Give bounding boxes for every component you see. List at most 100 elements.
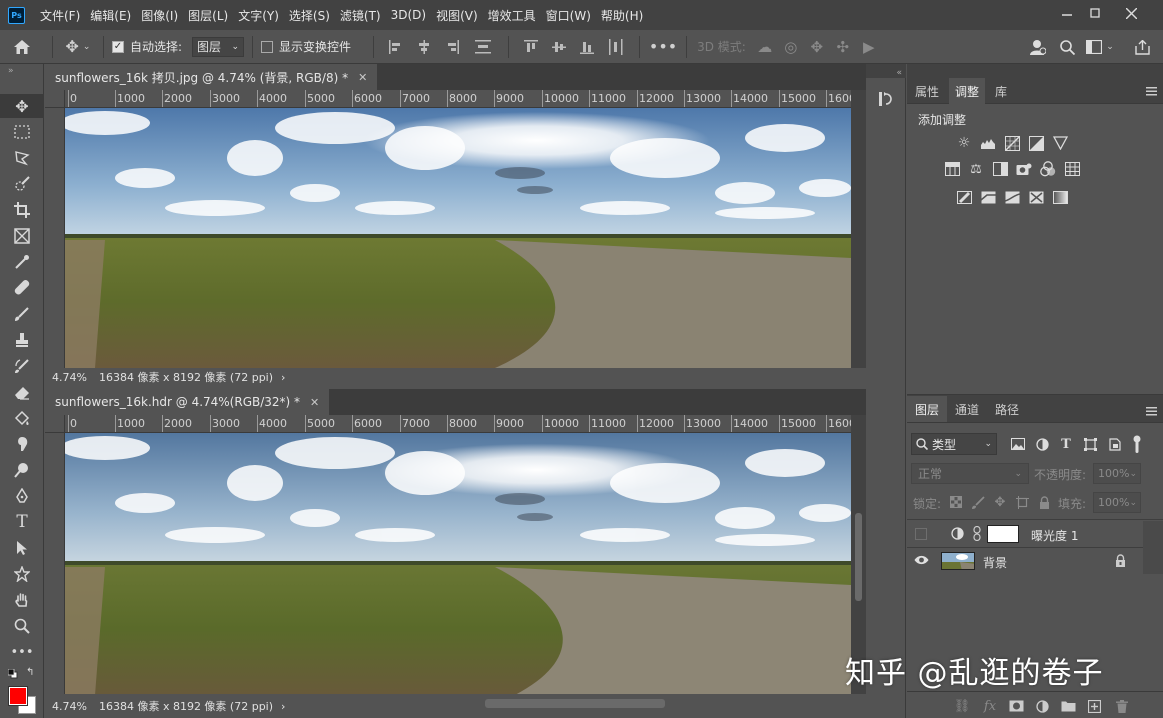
3d-scale-button[interactable]: ▶ xyxy=(856,38,882,56)
delete-layer-button[interactable] xyxy=(1113,697,1131,715)
ruler-origin[interactable] xyxy=(45,90,65,108)
menu-select[interactable]: 选择(S) xyxy=(284,7,335,24)
document-tab-1[interactable]: sunflowers_16k 拷贝.jpg @ 4.74% (背景, RGB/8… xyxy=(45,64,378,90)
zoom-level[interactable]: 4.74% xyxy=(52,371,87,384)
visibility-toggle-off[interactable] xyxy=(915,528,927,540)
gradient-map-button[interactable] xyxy=(1051,188,1069,206)
align-hcenter-button[interactable] xyxy=(410,39,438,54)
layer-mask-thumbnail[interactable] xyxy=(987,525,1019,543)
add-mask-button[interactable] xyxy=(1007,697,1025,715)
more-options-button[interactable]: ••• xyxy=(648,37,678,56)
vertical-ruler[interactable] xyxy=(45,108,65,368)
new-layer-button[interactable] xyxy=(1085,697,1103,715)
brush-tool[interactable] xyxy=(0,302,44,326)
tab-channels[interactable]: 通道 xyxy=(949,396,985,422)
new-adjustment-layer-button[interactable] xyxy=(1033,697,1051,715)
auto-select-target-dropdown[interactable]: 图层 ⌄ xyxy=(192,36,245,57)
levels-button[interactable] xyxy=(979,134,997,152)
tab-paths[interactable]: 路径 xyxy=(989,396,1025,422)
tab-layers[interactable]: 图层 xyxy=(907,396,947,422)
threshold-button[interactable] xyxy=(1003,188,1021,206)
eyedropper-tool[interactable] xyxy=(0,250,44,274)
vibrance-button[interactable] xyxy=(1051,134,1069,152)
scrollbar-thumb[interactable] xyxy=(855,513,862,601)
filter-toggle-switch[interactable] xyxy=(1133,435,1145,453)
auto-select-checkbox[interactable]: ✓ xyxy=(112,40,124,53)
lock-transparent-button[interactable] xyxy=(947,493,965,511)
lock-pixels-button[interactable] xyxy=(969,493,987,511)
menu-file[interactable]: 文件(F) xyxy=(35,7,85,24)
home-button[interactable] xyxy=(0,39,44,55)
chain-link-icon[interactable] xyxy=(973,525,981,544)
layer-row[interactable]: 曝光度 1 xyxy=(907,521,1143,547)
menu-window[interactable]: 窗口(W) xyxy=(541,7,596,24)
layer-name[interactable]: 背景 xyxy=(983,554,1007,571)
close-icon[interactable]: ✕ xyxy=(310,396,319,409)
photo-filter-button[interactable] xyxy=(1015,160,1033,178)
horizontal-ruler[interactable]: 0 1000 2000 3000 4000 5000 6000 7000 800… xyxy=(65,90,851,108)
foreground-color-swatch[interactable] xyxy=(8,686,28,706)
history-brush-tool[interactable] xyxy=(0,354,44,378)
hand-tool[interactable] xyxy=(0,588,44,612)
history-panel-button[interactable] xyxy=(876,88,896,110)
curves-button[interactable] xyxy=(1003,134,1021,152)
tab-libraries[interactable]: 库 xyxy=(987,78,1015,104)
3d-slide-button[interactable]: ✣ xyxy=(830,38,856,56)
share-button[interactable] xyxy=(1130,37,1154,57)
close-icon[interactable]: ✕ xyxy=(358,71,367,84)
brightness-contrast-button[interactable]: ☼ xyxy=(955,134,973,152)
new-group-button[interactable] xyxy=(1059,697,1077,715)
visibility-toggle-on[interactable] xyxy=(914,554,929,569)
zoom-level[interactable]: 4.74% xyxy=(52,700,87,713)
menu-view[interactable]: 视图(V) xyxy=(431,7,483,24)
align-bottom-button[interactable] xyxy=(573,40,601,54)
filter-adjustment-button[interactable] xyxy=(1033,435,1051,453)
layer-name[interactable]: 曝光度 1 xyxy=(1031,527,1078,544)
paint-bucket-tool[interactable] xyxy=(0,406,44,430)
menu-image[interactable]: 图像(I) xyxy=(136,7,183,24)
horizontal-scrollbar-thumb[interactable] xyxy=(485,699,665,708)
layer-style-button[interactable]: fx xyxy=(981,697,999,715)
default-colors-button[interactable] xyxy=(7,668,18,679)
frame-tool[interactable] xyxy=(0,224,44,248)
align-top-button[interactable] xyxy=(517,39,545,54)
eraser-tool[interactable] xyxy=(0,380,44,404)
collapse-toolbar-icon[interactable]: » xyxy=(8,66,14,76)
menu-edit[interactable]: 编辑(E) xyxy=(85,7,136,24)
collapse-icon[interactable]: « xyxy=(870,68,902,78)
menu-3d[interactable]: 3D(D) xyxy=(386,8,431,22)
layers-scrollbar[interactable] xyxy=(1143,521,1163,574)
3d-pan-button[interactable]: ✥ xyxy=(804,38,830,56)
lock-all-button[interactable] xyxy=(1035,493,1053,511)
panel-menu-button[interactable] xyxy=(1146,405,1157,419)
layer-row[interactable]: 背景 xyxy=(907,548,1143,574)
layer-filter-dropdown[interactable]: 类型 ⌄ xyxy=(911,433,997,455)
lasso-tool[interactable] xyxy=(0,146,44,170)
black-white-button[interactable] xyxy=(991,160,1009,178)
fill-input[interactable]: 100% ⌄ xyxy=(1093,492,1141,513)
swap-colors-icon[interactable]: ↰ xyxy=(26,667,34,678)
smudge-tool[interactable] xyxy=(0,432,44,456)
menu-type[interactable]: 文字(Y) xyxy=(233,7,284,24)
menu-help[interactable]: 帮助(H) xyxy=(596,7,648,24)
show-transform-checkbox[interactable] xyxy=(261,40,274,53)
close-window-button[interactable] xyxy=(1114,0,1148,26)
custom-shape-tool[interactable] xyxy=(0,562,44,586)
opacity-input[interactable]: 100% ⌄ xyxy=(1093,463,1141,484)
menu-plugins[interactable]: 增效工具 xyxy=(483,7,541,24)
invert-button[interactable] xyxy=(955,188,973,206)
hue-saturation-button[interactable] xyxy=(943,160,961,178)
tab-adjustments[interactable]: 调整 xyxy=(949,78,985,104)
edit-toolbar-button[interactable]: ••• xyxy=(0,640,44,664)
selective-color-button[interactable] xyxy=(1027,188,1045,206)
distribute-button[interactable] xyxy=(466,39,500,54)
exposure-button[interactable] xyxy=(1027,134,1045,152)
blend-mode-dropdown[interactable]: 正常 ⌄ xyxy=(911,463,1029,484)
filter-pixel-button[interactable] xyxy=(1009,435,1027,453)
lock-position-button[interactable]: ✥ xyxy=(991,493,1009,511)
marquee-tool[interactable] xyxy=(0,120,44,144)
workspace-button[interactable]: ⌄ xyxy=(1083,37,1117,57)
clone-stamp-tool[interactable] xyxy=(0,328,44,352)
chevron-right-icon[interactable]: › xyxy=(281,371,285,384)
vertical-scrollbar[interactable] xyxy=(851,90,866,368)
